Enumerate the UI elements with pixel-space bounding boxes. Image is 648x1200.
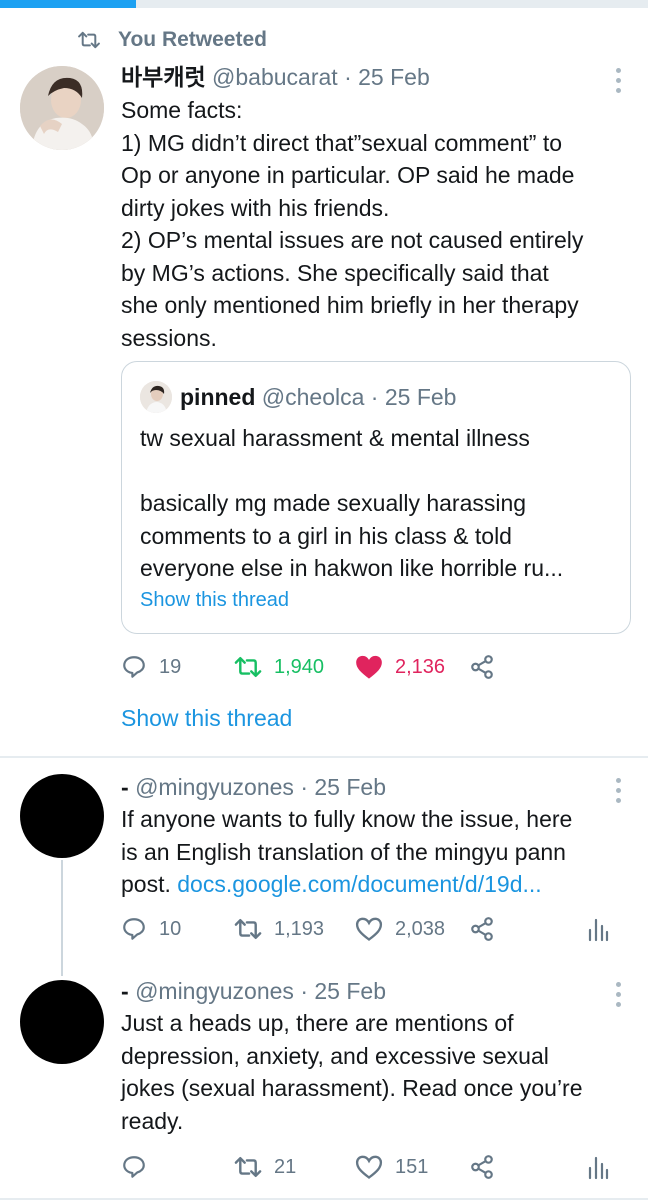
avatar[interactable]: [20, 66, 104, 150]
quoted-line: comments to a girl in his class & told: [140, 522, 512, 549]
timestamp[interactable]: · 25 Feb: [300, 774, 386, 800]
tweet-line: If anyone wants to fully know the issue,…: [121, 806, 573, 832]
handle[interactable]: @mingyuzones: [135, 774, 294, 800]
retweet-icon: [234, 656, 262, 678]
analytics-icon: [588, 1156, 609, 1180]
retweet-count: 1,940: [274, 655, 325, 678]
analytics-button[interactable]: [587, 1152, 621, 1182]
reply-icon: [123, 656, 145, 678]
like-count: 2,136: [395, 655, 446, 678]
tweet-line: 2) OP’s mental issues are not caused ent…: [121, 227, 584, 253]
timestamp[interactable]: · 25 Feb: [344, 64, 430, 90]
quoted-text: tw sexual harassment & mental illness ba…: [140, 422, 620, 585]
like-button[interactable]: 2,136: [355, 652, 445, 682]
tweet-text: Some facts: 1) MG didn’t direct that”sex…: [121, 94, 621, 354]
retweet-icon: [78, 31, 100, 49]
share-icon: [471, 1155, 493, 1179]
retweet-button[interactable]: 1,940: [234, 652, 324, 682]
handle[interactable]: @mingyuzones: [135, 978, 294, 1004]
docs-link[interactable]: docs.google.com/document/d/19d...: [177, 871, 541, 897]
tweet-line: post. docs.google.com/document/d/19d...: [121, 868, 621, 901]
reply-count: 19: [159, 655, 182, 678]
reply-button[interactable]: 19: [121, 652, 181, 682]
avatar[interactable]: [20, 774, 104, 858]
quoted-handle: @cheolca: [261, 384, 365, 410]
like-button[interactable]: 151: [355, 1152, 428, 1182]
analytics-button[interactable]: [587, 914, 621, 944]
tweet-actions: 19 1,940 2,136: [121, 652, 621, 682]
quoted-show-thread-link[interactable]: Show this thread: [140, 589, 289, 612]
share-icon: [471, 917, 493, 941]
tweet-line: 1) MG didn’t direct that”sexual comment”…: [121, 129, 562, 156]
quoted-timestamp: · 25 Feb: [370, 384, 457, 410]
like-count: 151: [395, 1155, 429, 1178]
tweet-header: - @mingyuzones · 25 Feb: [121, 976, 386, 1006]
retweeted-label: You Retweeted: [118, 28, 267, 51]
reply-icon: [123, 1156, 145, 1178]
heart-icon: [355, 1155, 383, 1179]
tweet-line: Just a heads up, there are mentions of: [121, 1010, 514, 1036]
retweeted-banner: You Retweeted: [78, 26, 267, 54]
reply-button[interactable]: 10: [121, 914, 181, 944]
avatar[interactable]: [20, 980, 104, 1064]
tweet-mingyuzones-1[interactable]: - @mingyuzones · 25 Feb If anyone wants …: [0, 758, 648, 958]
quoted-avatar: [140, 381, 172, 413]
reply-button[interactable]: [121, 1152, 159, 1182]
retweet-count: 21: [274, 1155, 297, 1178]
tweet-actions: 10 1,193 2,038: [121, 914, 621, 944]
quoted-line: tw sexual harassment & mental illness: [140, 425, 530, 451]
retweet-icon: [234, 1156, 262, 1178]
share-button[interactable]: [469, 652, 507, 682]
quoted-line: [140, 455, 620, 488]
display-name[interactable]: 바부캐럿: [121, 64, 206, 90]
tweet-text: If anyone wants to fully know the issue,…: [121, 803, 621, 901]
display-name[interactable]: -: [121, 978, 129, 1004]
retweet-icon: [234, 918, 262, 940]
share-button[interactable]: [469, 1152, 507, 1182]
quoted-header: pinned @cheolca · 25 Feb: [180, 382, 456, 412]
share-icon: [471, 655, 493, 679]
quoted-line: basically mg made sexually harassing: [140, 490, 527, 516]
handle[interactable]: @babucarat: [212, 64, 338, 90]
reply-icon: [123, 918, 145, 940]
tweet-line: sessions.: [121, 324, 217, 351]
analytics-icon: [588, 918, 609, 942]
tweet-babucarat[interactable]: You Retweeted 바부캐럿 @babucarat · 25 Feb S…: [0, 0, 648, 755]
tweet-line: Op or anyone in particular. OP said he m…: [121, 162, 575, 188]
profile-photo: [20, 66, 104, 150]
tweet-text: Just a heads up, there are mentions of d…: [121, 1007, 621, 1137]
quoted-display-name: pinned: [180, 384, 256, 410]
timestamp[interactable]: · 25 Feb: [300, 978, 386, 1004]
share-button[interactable]: [469, 914, 507, 944]
like-button[interactable]: 2,038: [355, 914, 445, 944]
tweet-text-fragment: post.: [121, 871, 178, 897]
tweet-mingyuzones-2[interactable]: - @mingyuzones · 25 Feb Just a heads up,…: [0, 958, 648, 1198]
like-count: 2,038: [395, 917, 446, 940]
heart-filled-icon: [356, 655, 382, 679]
tweet-line: Some facts:: [121, 97, 243, 123]
display-name[interactable]: -: [121, 774, 129, 800]
show-thread-link[interactable]: Show this thread: [121, 705, 292, 732]
tweet-line: dirty jokes with his friends.: [121, 194, 390, 221]
tweet-header: 바부캐럿 @babucarat · 25 Feb: [121, 62, 430, 92]
tweet-line: is an English translation of the mingyu …: [121, 838, 566, 865]
tweet-line: depression, anxiety, and excessive sexua…: [121, 1042, 549, 1069]
retweet-count: 1,193: [274, 917, 325, 940]
tweet-actions: 21 151: [121, 1152, 621, 1182]
tweet-line: jokes (sexual harassment). Read once you…: [121, 1075, 583, 1101]
retweet-button[interactable]: 1,193: [234, 914, 324, 944]
quoted-tweet[interactable]: pinned @cheolca · 25 Feb tw sexual haras…: [121, 361, 631, 634]
tweet-header: - @mingyuzones · 25 Feb: [121, 772, 386, 802]
quoted-line: everyone else in hakwon like horrible ru…: [140, 555, 564, 581]
tweet-line: by MG’s actions. She specifically said t…: [121, 259, 549, 286]
tweet-line: ready.: [121, 1107, 184, 1134]
retweet-button[interactable]: 21: [234, 1152, 296, 1182]
heart-icon: [355, 917, 383, 941]
reply-count: 10: [159, 917, 182, 940]
tweet-line: she only mentioned him briefly in her th…: [121, 292, 579, 318]
